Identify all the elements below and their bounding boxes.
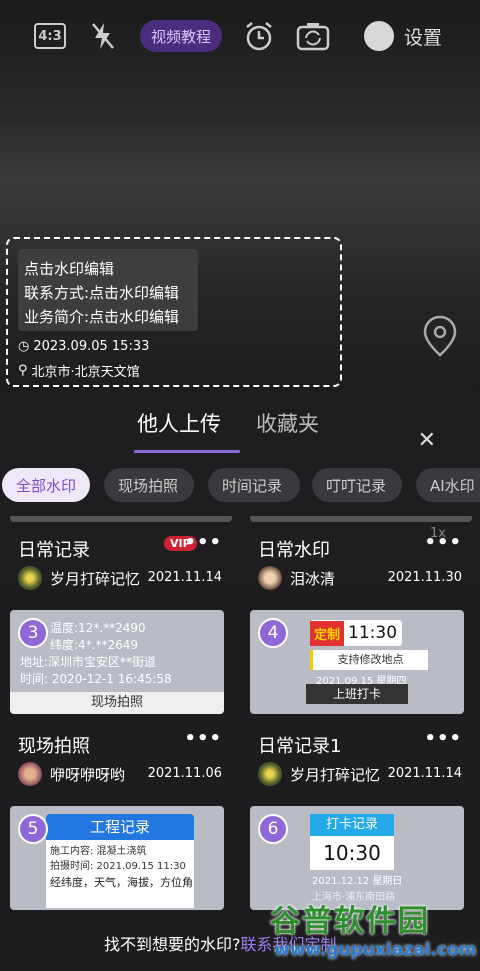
avatar — [258, 762, 282, 786]
card-number-badge: 5 — [18, 814, 48, 844]
logo-url: www.gupuxiazai.com — [274, 940, 477, 960]
flash-off-icon[interactable] — [88, 20, 118, 52]
card-title: 日常记录1 — [258, 736, 342, 757]
card-thumbnail[interactable]: 打卡记录 10:30 2021.12.12 星期日 上海市·浦东南田路 6 — [250, 806, 464, 910]
camera-screen: 4:3 视频教程 设置 点击水印编辑 联系方式:点击水印编辑 业务简介:点击水印… — [0, 0, 480, 971]
aspect-ratio-button[interactable]: 4:3 — [34, 23, 66, 49]
thumb-line: 经纬度，天气，海拔，方位角 — [50, 876, 193, 889]
thumb-line: 拍摄时间: 2021.09.15 11:30 — [50, 861, 186, 872]
card-user: 咿呀咿呀哟 — [50, 766, 126, 784]
watermark-card[interactable]: 现场拍照 ••• 咿呀咿呀哟 2021.11.06 工程记录 施工内容: 混凝土… — [10, 712, 232, 917]
watermark-card[interactable]: 日常水印 ••• 泪冰清 2021.11.30 定制 11:30 支持修改地点 … — [250, 516, 472, 721]
card-title: 日常记录 — [18, 540, 90, 561]
watermark-line: 点击水印编辑 — [24, 260, 115, 278]
thumb-text: 温度:12*.**2490 纬度:4*.**2649 — [50, 620, 146, 654]
sheet-tabs: 他人上传 收藏夹 ✕ — [0, 408, 480, 458]
watermark-location-text: 北京市·北京天文馆 — [31, 365, 140, 380]
thumb-line: 纬度:4*.**2649 — [50, 638, 139, 652]
zoom-indicator[interactable]: 1x — [430, 526, 446, 541]
tab-others-upload[interactable]: 他人上传 — [137, 408, 221, 438]
watermark-card[interactable]: 日常记录 VIP ••• 岁月打碎记忆 2021.11.14 温度:12*.**… — [10, 516, 232, 721]
card-thumbnail[interactable]: 温度:12*.**2490 纬度:4*.**2649 地址:深圳市宝安区**街道… — [10, 610, 224, 714]
thumb-time: 11:30 — [348, 623, 398, 643]
thumb-line: 2021.12.12 星期日 — [312, 876, 403, 887]
thumb-header: 打卡记录 — [310, 814, 394, 836]
thumb-line: 支持修改地点 — [310, 650, 428, 670]
thumb-line: 地址:深圳市宝安区**街道 — [20, 655, 157, 669]
avatar — [18, 762, 42, 786]
camera-switch-icon[interactable] — [296, 20, 330, 52]
card-divider — [250, 516, 472, 522]
watermark-text-block: 点击水印编辑 联系方式:点击水印编辑 业务简介:点击水印编辑 — [18, 249, 198, 331]
thumb-line: 温度:12*.**2490 — [50, 621, 146, 635]
thumb-header: 工程记录 — [46, 814, 194, 840]
watermark-line: 业务简介:点击水印编辑 — [24, 308, 180, 326]
video-tutorial-button[interactable]: 视频教程 — [140, 20, 222, 52]
watermark-location: ⚲ 北京市·北京天文馆 — [18, 361, 140, 380]
watermark-date: ◷ 2023.09.05 15:33 — [18, 339, 149, 354]
card-number-badge: 3 — [18, 618, 48, 648]
close-icon[interactable]: ✕ — [418, 428, 436, 453]
watermark-line: 联系方式:点击水印编辑 — [24, 284, 180, 302]
card-date: 2021.11.30 — [387, 570, 462, 585]
thumb-body: 施工内容: 混凝土浇筑 拍摄时间: 2021.09.15 11:30 经纬度，天… — [46, 840, 194, 908]
settings-button[interactable]: 设置 — [364, 20, 464, 52]
card-number-badge: 4 — [258, 618, 288, 648]
card-number-badge: 6 — [258, 814, 288, 844]
tab-indicator — [134, 450, 240, 453]
thumb-line: 施工内容: 混凝土浇筑 — [50, 846, 147, 857]
card-date: 2021.11.06 — [147, 766, 222, 781]
thumb-time-box: 定制 11:30 — [310, 620, 402, 646]
card-user: 岁月打碎记忆 — [50, 570, 141, 588]
more-icon[interactable]: ••• — [424, 728, 462, 749]
card-title: 现场拍照 — [18, 736, 90, 757]
category-chips: 全部水印 现场拍照 时间记录 叮叮记录 AI水印 — [0, 468, 480, 504]
watermark-sheet: 他人上传 收藏夹 ✕ 全部水印 现场拍照 时间记录 叮叮记录 AI水印 日常记录… — [0, 390, 480, 971]
tab-favorites[interactable]: 收藏夹 — [256, 408, 319, 438]
card-thumbnail[interactable]: 定制 11:30 支持修改地点 2021.09.15 星期四 上班打卡 4 — [250, 610, 464, 714]
watermark-card[interactable]: 日常记录1 ••• 岁月打碎记忆 2021.11.14 打卡记录 10:30 2… — [250, 712, 472, 917]
alarm-icon[interactable] — [242, 20, 276, 52]
location-icon[interactable] — [422, 314, 458, 358]
settings-label: 设置 — [404, 26, 443, 49]
chip-time[interactable]: 时间记录 — [208, 468, 300, 502]
card-user: 岁月打碎记忆 — [290, 766, 381, 784]
chip-ai[interactable]: AI水印 — [416, 468, 480, 502]
card-thumbnail[interactable]: 工程记录 施工内容: 混凝土浇筑 拍摄时间: 2021.09.15 11:30 … — [10, 806, 224, 910]
card-date: 2021.11.14 — [387, 766, 462, 781]
thumb-text: 地址:深圳市宝安区**街道 时间: 2020-12-1 16:45:58 — [20, 654, 172, 688]
site-logo: 谷普软件园 www.gupuxiazai.com — [268, 896, 480, 971]
watermark-preview[interactable]: 点击水印编辑 联系方式:点击水印编辑 业务简介:点击水印编辑 ◷ 2023.09… — [6, 237, 342, 387]
logo-text: 谷普软件园 — [270, 904, 430, 939]
contact-prompt-text: 找不到想要的水印? — [104, 935, 241, 954]
clock-icon: ◷ — [18, 339, 30, 354]
card-title: 日常水印 — [258, 540, 330, 561]
card-divider — [10, 516, 232, 522]
chip-all[interactable]: 全部水印 — [2, 468, 90, 502]
more-icon[interactable]: ••• — [184, 728, 222, 749]
more-icon[interactable]: ••• — [184, 532, 222, 553]
thumb-line: 时间: 2020-12-1 16:45:58 — [20, 672, 172, 686]
card-date: 2021.11.14 — [147, 570, 222, 585]
avatar — [364, 21, 394, 51]
avatar — [258, 566, 282, 590]
card-user: 泪冰清 — [290, 570, 336, 588]
thumb-time: 10:30 — [310, 836, 394, 870]
watermark-date-text: 2023.09.05 15:33 — [33, 339, 150, 354]
thumb-tag: 定制 — [310, 620, 345, 646]
chip-scene[interactable]: 现场拍照 — [104, 468, 194, 502]
thumb-footer: 上班打卡 — [306, 684, 408, 704]
avatar — [18, 566, 42, 590]
location-pin-icon: ⚲ — [18, 363, 28, 378]
chip-dingding[interactable]: 叮叮记录 — [312, 468, 402, 502]
thumb-footer: 现场拍照 — [10, 692, 224, 714]
camera-topbar: 4:3 视频教程 设置 — [0, 0, 480, 72]
